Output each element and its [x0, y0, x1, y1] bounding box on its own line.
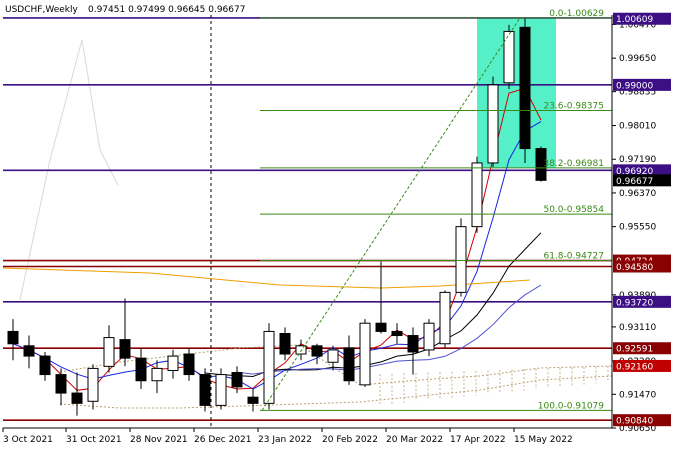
candle-body[interactable]: [375, 322, 387, 332]
candle-body[interactable]: [359, 322, 371, 386]
candle-body[interactable]: [135, 357, 147, 382]
candle-body[interactable]: [423, 322, 435, 351]
candle-body[interactable]: [471, 162, 483, 228]
candle-body[interactable]: [71, 392, 83, 404]
price-badge-label: 0.92591: [616, 345, 653, 355]
price-tick-label: 0.96370: [619, 189, 656, 199]
time-tick-label: 15 May 2022: [514, 435, 573, 445]
candle-body[interactable]: [439, 291, 451, 345]
fib-level-label: 50.0-0.95854: [543, 205, 604, 215]
time-tick-label: 28 Nov 2021: [130, 435, 188, 445]
candle-body[interactable]: [455, 226, 467, 293]
price-badge-label: 0.90840: [616, 417, 653, 427]
candle-body[interactable]: [231, 372, 243, 388]
candle-body[interactable]: [55, 374, 67, 394]
candle-body[interactable]: [119, 339, 131, 359]
candle-body[interactable]: [247, 396, 259, 404]
time-tick-label: 17 Apr 2022: [450, 435, 506, 445]
chart-symbol: USDCHF,Weekly: [5, 5, 78, 15]
candle-body[interactable]: [151, 367, 163, 382]
chart-quotes: 0.97451 0.97499 0.96645 0.96677: [88, 5, 245, 15]
fib-level-label: 100.0-0.91079: [538, 401, 605, 411]
fib-level-label: 38.2-0.96981: [543, 159, 604, 169]
price-tick-label: 0.97190: [619, 155, 656, 165]
candle-body[interactable]: [263, 330, 275, 404]
candle-body[interactable]: [503, 30, 515, 84]
candle-body[interactable]: [295, 345, 307, 355]
fib-level-label: 61.8-0.94727: [543, 251, 604, 261]
candle-body[interactable]: [311, 345, 323, 357]
time-tick-label: 20 Mar 2022: [386, 435, 443, 445]
candle-body[interactable]: [487, 84, 499, 164]
candle-body[interactable]: [183, 353, 195, 376]
candlestick-chart[interactable]: 0.0-1.00629 23.6-0.98375 38.2-0.96981 50.0-…: [0, 0, 675, 450]
fib-level-label: 0.0-1.00629: [549, 9, 604, 19]
price-tick-label: 0.95550: [619, 223, 656, 233]
price-badge-label: 0.99000: [616, 81, 653, 91]
price-badge-label: 0.96677: [616, 177, 653, 187]
candle-body[interactable]: [519, 26, 531, 150]
price-badge-label: 0.94580: [616, 263, 653, 273]
candle-body[interactable]: [343, 347, 355, 382]
candle-body[interactable]: [87, 367, 99, 402]
candle-body[interactable]: [103, 337, 115, 367]
price-badge-label: 1.00609: [616, 15, 653, 25]
candle-body[interactable]: [215, 374, 227, 406]
candle-body[interactable]: [407, 335, 419, 353]
price-tick-label: 0.91470: [619, 390, 656, 400]
candle-body[interactable]: [23, 345, 35, 357]
time-tick-label: 26 Dec 2021: [194, 435, 252, 445]
price-tick-label: 0.98010: [619, 122, 656, 132]
time-tick-label: 20 Feb 2022: [322, 435, 378, 445]
time-tick-label: 31 Oct 2021: [66, 435, 122, 445]
candle-body[interactable]: [279, 332, 291, 355]
candle-body[interactable]: [7, 330, 19, 345]
candle-body[interactable]: [167, 355, 179, 371]
time-tick-label: 23 Jan 2022: [258, 435, 312, 445]
price-badge-label: 0.93720: [616, 298, 653, 308]
price-badge-label: 0.92160: [616, 362, 653, 372]
time-tick-label: 3 Oct 2021: [3, 435, 53, 445]
candle-body[interactable]: [199, 374, 211, 406]
fib-level-label: 23.6-0.98375: [543, 102, 604, 112]
candle-body[interactable]: [39, 355, 51, 376]
candle-body[interactable]: [327, 349, 339, 363]
candle-body[interactable]: [391, 330, 403, 337]
price-tick-label: 0.99650: [619, 54, 656, 64]
price-tick-label: 0.93110: [619, 323, 656, 333]
